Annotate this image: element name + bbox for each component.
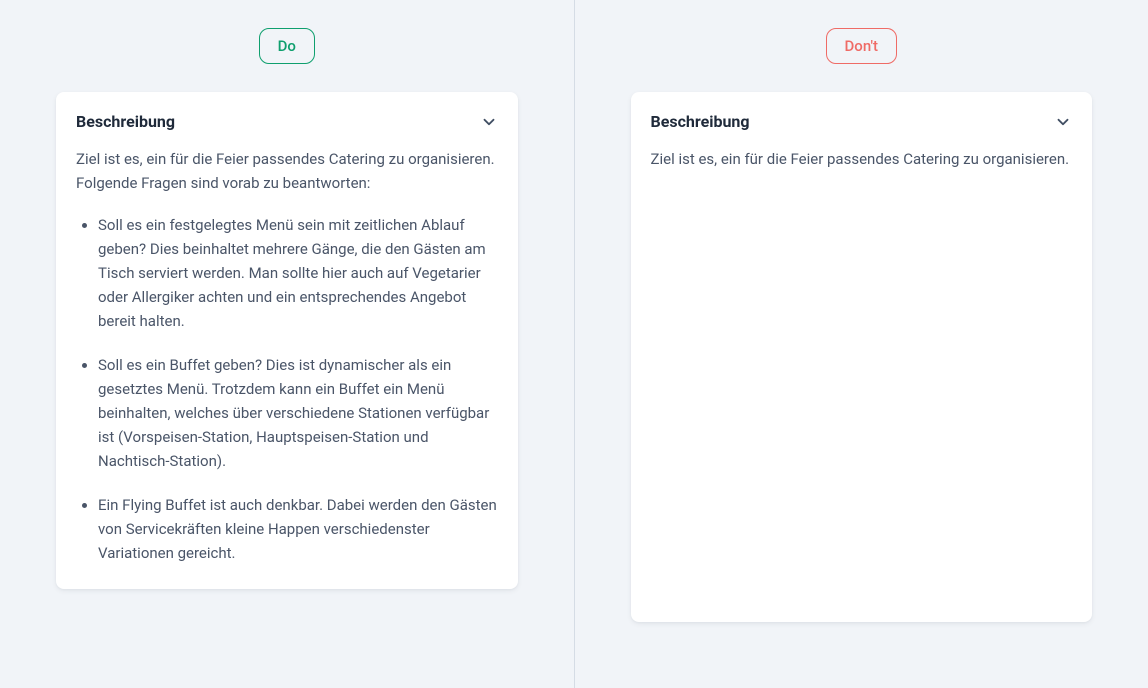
do-card-body: Ziel ist es, ein für die Feier passendes… [76, 147, 498, 565]
list-item: Soll es ein Buffet geben? Dies ist dynam… [98, 353, 498, 473]
do-card: Beschreibung Ziel ist es, ein für die Fe… [56, 92, 518, 589]
do-bullet-list: Soll es ein festgelegtes Menü sein mit z… [76, 213, 498, 565]
do-intro-text: Ziel ist es, ein für die Feier passendes… [76, 147, 498, 195]
do-pill-label: Do [278, 37, 296, 55]
dont-intro-text: Ziel ist es, ein für die Feier passendes… [651, 147, 1073, 171]
dont-card: Beschreibung Ziel ist es, ein für die Fe… [631, 92, 1093, 622]
dont-card-title: Beschreibung [651, 112, 750, 131]
comparison-container: Do Beschreibung Ziel ist es, ein für die… [0, 0, 1148, 688]
do-pill: Do [259, 28, 315, 64]
do-card-title: Beschreibung [76, 112, 175, 131]
list-item: Soll es ein festgelegtes Menü sein mit z… [98, 213, 498, 333]
dont-pill: Don't [826, 28, 897, 64]
chevron-down-icon [480, 113, 498, 131]
dont-pill-label: Don't [845, 37, 878, 55]
chevron-down-icon [1054, 113, 1072, 131]
list-item: Ein Flying Buffet ist auch denkbar. Dabe… [98, 493, 498, 565]
dont-column: Don't Beschreibung Ziel ist es, ein für … [575, 0, 1148, 688]
do-column: Do Beschreibung Ziel ist es, ein für die… [0, 0, 574, 688]
do-card-header[interactable]: Beschreibung [76, 112, 498, 131]
dont-card-header[interactable]: Beschreibung [651, 112, 1073, 131]
dont-card-body: Ziel ist es, ein für die Feier passendes… [651, 147, 1073, 171]
